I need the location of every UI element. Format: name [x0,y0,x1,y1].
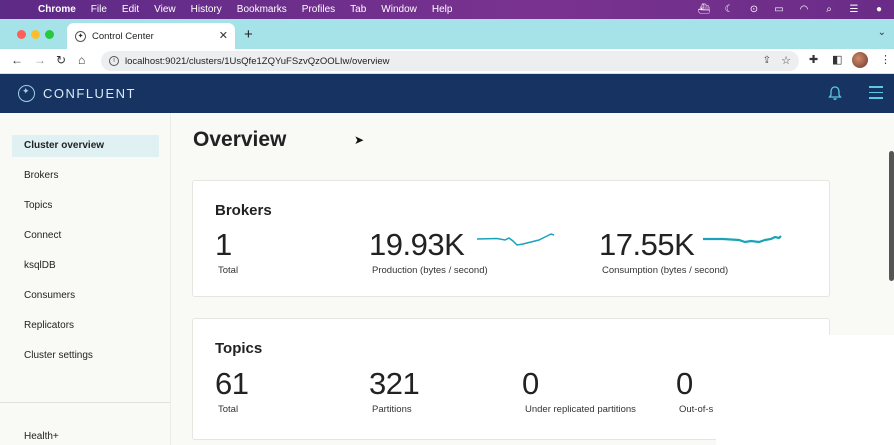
sidebar-item-replicators[interactable]: Replicators [12,315,159,337]
confluent-logo-icon [18,85,35,102]
topics-card-title: Topics [215,340,263,357]
window-minimize-button[interactable] [31,30,40,39]
extensions-puzzle-icon[interactable]: ✚ [809,53,818,66]
confluent-logo[interactable]: CONFLUENT [18,85,136,102]
brokers-card-title: Brokers [215,202,272,219]
url-text[interactable]: localhost:9021/clusters/1UsQfe1ZQYuFSzvQ… [125,56,390,67]
tab-favicon-icon: ✦ [75,30,86,42]
topics-total-label: Total [218,404,239,415]
window-zoom-button[interactable] [45,30,54,39]
site-info-icon[interactable]: i [109,56,119,66]
menu-bookmarks[interactable]: Bookmarks [237,4,287,15]
battery-icon[interactable]: ▭ [772,4,786,15]
production-metric: 19.93K Production (bytes / second) [369,227,488,277]
out-of-sync-metric: 0 Out-of-s [676,366,714,416]
out-of-sync-value: 0 [676,366,693,401]
tab-title: Control Center [92,30,154,42]
new-tab-button[interactable]: + [244,27,253,42]
partitions-label: Partitions [372,404,412,415]
bell-icon[interactable] [827,85,843,101]
sidebar-item-consumers[interactable]: Consumers [12,285,159,307]
window-close-button[interactable] [17,30,26,39]
share-icon[interactable]: ⇪ [763,55,771,66]
sidebar-item-brokers[interactable]: Brokers [12,165,159,187]
address-bar[interactable]: i localhost:9021/clusters/1UsQfe1ZQYuFSz… [101,51,799,71]
menu-profiles[interactable]: Profiles [302,4,335,15]
sidebar-item-health-plus[interactable]: Health+ [12,426,159,445]
brokers-total-label: Total [218,265,239,276]
menu-file[interactable]: File [91,4,107,15]
sidebar-item-cluster-settings[interactable]: Cluster settings [12,345,159,367]
sidebar-item-topics[interactable]: Topics [12,195,159,217]
page-scrollbar[interactable] [889,151,894,281]
brokers-total-metric: 1 Total [215,227,239,277]
main-content: Cluster overview Brokers Topics Connect … [0,113,894,445]
sidebar-item-cluster-overview[interactable]: Cluster overview [12,135,159,157]
browser-tab-active[interactable]: ✦ Control Center ✕ [67,23,235,49]
back-arrow-icon[interactable]: ← [11,53,23,67]
partitions-metric: 321 Partitions [369,366,420,416]
consumption-label: Consumption (bytes / second) [602,265,729,276]
mouse-cursor-icon: ➤ [354,133,365,147]
menu-edit[interactable]: Edit [122,4,139,15]
tab-close-icon[interactable]: ✕ [219,29,228,42]
production-sparkline [477,233,555,246]
forward-arrow-icon[interactable]: → [34,53,46,67]
moon-icon[interactable]: ☾ [722,4,736,15]
overlay-blank-panel [716,335,894,445]
chrome-menu-kebab-icon[interactable]: ⋮ [880,53,891,66]
play-icon[interactable]: ⊙ [747,4,761,15]
out-of-sync-label: Out-of-s [679,404,714,415]
menu-view[interactable]: View [154,4,176,15]
consumption-sparkline [703,235,782,244]
menu-help[interactable]: Help [432,4,453,15]
page-title: Overview [193,128,287,151]
browser-tab-strip: ✦ Control Center ✕ + ⌄ [0,19,894,49]
wifi-icon[interactable]: ◠ [797,4,811,15]
profile-avatar[interactable] [852,52,868,68]
topics-total-metric: 61 Total [215,366,249,416]
sidebar-divider [0,402,170,403]
app-header: CONFLUENT [0,74,894,113]
macos-menu-bar: Chrome File Edit View History Bookmarks … [0,0,894,19]
brokers-total-value: 1 [215,227,232,262]
sidebar: Cluster overview Brokers Topics Connect … [0,113,171,445]
status-icons: ⛴ ☾ ⊙ ▭ ◠ ⌕ ☰ ● [697,0,886,19]
under-replicated-value: 0 [522,366,539,401]
search-icon[interactable]: ⌕ [822,4,836,15]
sidebar-item-ksqldb[interactable]: ksqlDB [12,255,159,277]
logo-text: CONFLUENT [43,86,136,101]
siri-icon[interactable]: ● [872,4,886,15]
menu-history[interactable]: History [191,4,222,15]
sidebar-item-connect[interactable]: Connect [12,225,159,247]
partitions-value: 321 [369,366,420,401]
hamburger-menu-icon[interactable] [869,86,883,100]
under-replicated-label: Under replicated partitions [525,404,636,415]
menu-window[interactable]: Window [381,4,417,15]
brokers-card[interactable]: Brokers 1 Total 19.93K Production (bytes… [192,180,830,297]
production-label: Production (bytes / second) [372,265,488,276]
docker-icon[interactable]: ⛴ [697,4,711,15]
topics-total-value: 61 [215,366,249,401]
reload-icon[interactable]: ↻ [56,53,66,67]
home-icon[interactable]: ⌂ [78,53,85,67]
browser-toolbar: ← → ↻ ⌂ i localhost:9021/clusters/1UsQfe… [0,49,894,74]
bookmark-star-icon[interactable]: ☆ [781,54,791,67]
side-panel-icon[interactable]: ◧ [832,53,842,66]
tab-search-chevron-icon[interactable]: ⌄ [878,27,886,38]
menu-tab[interactable]: Tab [350,4,366,15]
under-replicated-metric: 0 Under replicated partitions [522,366,636,416]
menu-app-name[interactable]: Chrome [38,4,76,15]
control-center-icon[interactable]: ☰ [847,4,861,15]
production-value: 19.93K [369,227,465,262]
